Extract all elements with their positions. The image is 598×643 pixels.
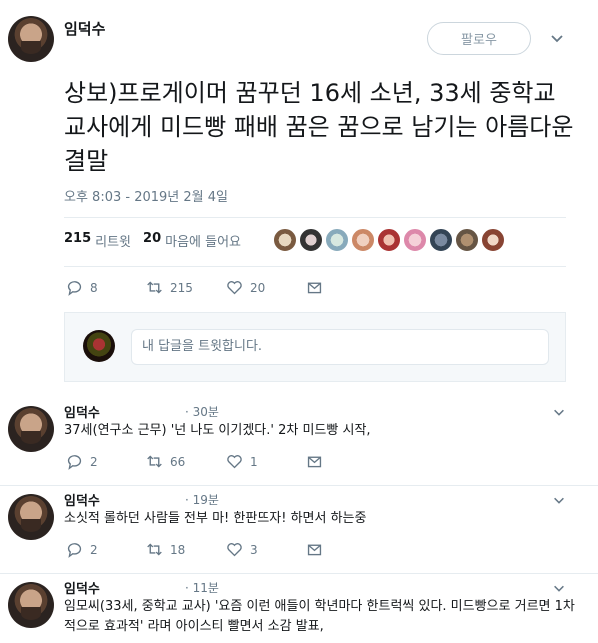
message-button[interactable]: [306, 453, 323, 470]
liker-avatar[interactable]: [273, 228, 297, 252]
tweet-text: 상보)프로게이머 꿈꾸던 16세 소년, 33세 중학교 교사에게 미드빵 패배…: [64, 79, 574, 175]
like-button[interactable]: 3: [226, 541, 306, 558]
reply-actions: 2 18 3: [66, 541, 323, 558]
like-count: 1: [250, 454, 258, 469]
reply-icon: [67, 543, 82, 558]
reply-author-name[interactable]: 임덕수: [64, 578, 100, 597]
chevron-down-icon[interactable]: [549, 30, 565, 46]
envelope-icon: [307, 456, 322, 468]
retweet-icon: [147, 281, 162, 294]
follow-button[interactable]: 팔로우: [427, 22, 531, 55]
chevron-down-icon[interactable]: [552, 405, 566, 419]
reply-tweet[interactable]: 임덕수 · 11분 임모씨(33세, 중학교 교사) '요즘 이런 애들이 학년…: [0, 576, 598, 643]
reply-text: 소싯적 롤하던 사람들 전부 마! 한판뜨자! 하면서 하는중: [64, 511, 367, 526]
retweet-total[interactable]: 215: [64, 231, 91, 250]
divider: [0, 573, 598, 574]
retweet-icon: [147, 543, 162, 556]
divider: [0, 485, 598, 486]
reply-button[interactable]: 2: [66, 453, 146, 470]
author-name[interactable]: 임덕수: [64, 18, 105, 39]
like-button[interactable]: 1: [226, 453, 306, 470]
retweet-count: 18: [170, 542, 186, 557]
retweet-count: 215: [170, 280, 193, 295]
heart-icon: [227, 281, 242, 295]
liker-avatar[interactable]: [325, 228, 349, 252]
reply-author-avatar[interactable]: [8, 494, 54, 540]
retweet-label[interactable]: 리트윗: [95, 231, 131, 250]
like-button[interactable]: 20: [226, 279, 306, 296]
engagement-stats: 215 리트윗 20 마음에 들어요: [64, 231, 241, 250]
reply-count: 8: [90, 280, 98, 295]
envelope-icon: [307, 282, 322, 294]
message-button[interactable]: [306, 279, 323, 296]
reply-time[interactable]: · 19분: [185, 491, 219, 508]
reply-count: 2: [90, 542, 98, 557]
reply-author-name[interactable]: 임덕수: [64, 490, 100, 509]
reply-actions: 2 66 1: [66, 453, 323, 470]
retweet-count: 66: [170, 454, 186, 469]
reply-time[interactable]: · 30분: [185, 403, 219, 420]
reply-button[interactable]: 2: [66, 541, 146, 558]
chevron-down-icon[interactable]: [552, 581, 566, 595]
liker-avatar[interactable]: [377, 228, 401, 252]
retweet-button[interactable]: 18: [146, 541, 226, 558]
reply-tweet[interactable]: 임덕수 · 30분 37세(연구소 근무) '넌 나도 이기겠다.' 2차 미드…: [0, 400, 598, 485]
reply-author-name[interactable]: 임덕수: [64, 402, 100, 421]
retweet-button[interactable]: 66: [146, 453, 226, 470]
liker-avatar[interactable]: [403, 228, 427, 252]
reply-icon: [67, 281, 82, 296]
retweet-button[interactable]: 215: [146, 279, 226, 296]
reply-author-avatar[interactable]: [8, 406, 54, 452]
like-label[interactable]: 마음에 들어요: [165, 231, 241, 250]
reply-author-avatar[interactable]: [8, 582, 54, 628]
like-total[interactable]: 20: [143, 231, 161, 250]
reply-icon: [67, 455, 82, 470]
liker-avatars: [273, 228, 505, 252]
reply-tweet[interactable]: 임덕수 · 19분 소싯적 롤하던 사람들 전부 마! 한판뜨자! 하면서 하는…: [0, 488, 598, 573]
reply-input[interactable]: 내 답글을 트윗합니다.: [131, 329, 549, 365]
current-user-avatar: [83, 330, 115, 362]
reply-time[interactable]: · 11분: [185, 579, 219, 596]
message-button[interactable]: [306, 541, 323, 558]
reply-count: 2: [90, 454, 98, 469]
like-count: 20: [250, 280, 266, 295]
liker-avatar[interactable]: [455, 228, 479, 252]
liker-avatar[interactable]: [299, 228, 323, 252]
retweet-icon: [147, 455, 162, 468]
reply-composer: 내 답글을 트윗합니다.: [64, 312, 566, 382]
divider: [64, 217, 566, 218]
reply-text: 임모씨(33세, 중학교 교사) '요즘 이런 애들이 학년마다 한트럭씩 있다…: [64, 599, 575, 634]
tweet-timestamp[interactable]: 오후 8:03 - 2019년 2월 4일: [64, 186, 228, 205]
heart-icon: [227, 543, 242, 557]
reply-text: 37세(연구소 근무) '넌 나도 이기겠다.' 2차 미드빵 시작,: [64, 423, 371, 438]
liker-avatar[interactable]: [351, 228, 375, 252]
author-avatar[interactable]: [8, 16, 54, 62]
heart-icon: [227, 455, 242, 469]
reply-button[interactable]: 8: [66, 279, 146, 296]
chevron-down-icon[interactable]: [552, 493, 566, 507]
divider: [64, 266, 566, 267]
liker-avatar[interactable]: [429, 228, 453, 252]
tweet-actions: 8 215 20: [66, 279, 323, 296]
liker-avatar[interactable]: [481, 228, 505, 252]
envelope-icon: [307, 544, 322, 556]
like-count: 3: [250, 542, 258, 557]
